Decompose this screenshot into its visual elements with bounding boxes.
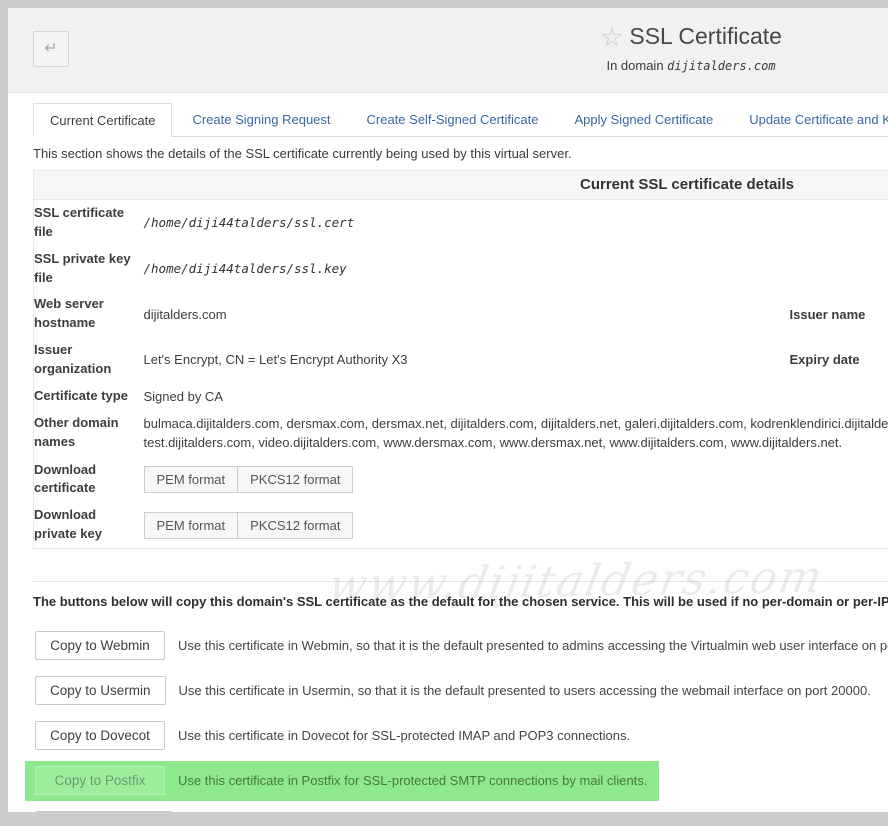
tab-current-certificate[interactable]: Current Certificate <box>33 103 172 137</box>
copy-to-postfix-button[interactable]: Copy to Postfix <box>35 766 165 795</box>
download-cert-pkcs12-button[interactable]: PKCS12 format <box>237 466 353 493</box>
row-label: Download certificate <box>34 457 144 503</box>
download-cert-pem-button[interactable]: PEM format <box>144 466 239 493</box>
page-subtitle: In domain dijitalders.com <box>8 58 888 73</box>
table-row: SSL certificate file /home/diji44talders… <box>34 200 888 246</box>
table-row: Download certificate PEM format PKCS12 f… <box>34 457 888 503</box>
copy-webmin-row: Copy to Webmin Use this certificate in W… <box>35 631 888 660</box>
row-label: Issuer name <box>790 291 888 337</box>
row-label: Issuer organization <box>34 337 144 383</box>
subtitle-prefix: In domain <box>606 58 663 73</box>
ssl-certificate-page: ↵ ☆SSL Certificate In domain dijitalders… <box>8 8 888 812</box>
row-label: Expiry date <box>790 337 888 383</box>
row-label: Download private key <box>34 502 144 548</box>
other-domain-names: bulmaca.dijitalders.com, dersmax.com, de… <box>144 410 888 457</box>
certificate-type: Signed by CA <box>144 383 888 410</box>
tab-apply-signed-certificate[interactable]: Apply Signed Certificate <box>559 103 730 136</box>
table-row: SSL private key file /home/diji44talders… <box>34 246 888 292</box>
domain-list-line: bulmaca.dijitalders.com, dersmax.com, de… <box>144 414 888 434</box>
domain-list-line: test.dijitalders.com, video.dijitalders.… <box>144 433 888 453</box>
copy-to-proftpd-button[interactable]: Copy to ProFTPD <box>35 811 172 812</box>
copy-service-list: Copy to Webmin Use this certificate in W… <box>35 631 888 812</box>
copy-usermin-row: Copy to Usermin Use this certificate in … <box>35 676 871 705</box>
tab-update-certificate-and-key[interactable]: Update Certificate and Key <box>733 103 888 136</box>
copy-postfix-row-highlighted: Copy to Postfix Use this certificate in … <box>25 761 659 801</box>
copy-to-usermin-button[interactable]: Copy to Usermin <box>35 676 166 705</box>
row-label: SSL private key file <box>34 246 144 292</box>
row-label: SSL certificate file <box>34 200 144 246</box>
copy-to-dovecot-button[interactable]: Copy to Dovecot <box>35 721 165 750</box>
table-row: Web server hostname dijitalders.com Issu… <box>34 291 888 337</box>
download-certificate-group: PEM format PKCS12 format <box>144 466 354 493</box>
copy-webmin-description: Use this certificate in Webmin, so that … <box>178 638 888 653</box>
copy-proftpd-row: Copy to ProFTPD Use this certificate in … <box>35 811 630 812</box>
copy-postfix-description: Use this certificate in Postfix for SSL-… <box>178 773 647 788</box>
copy-section-description: The buttons below will copy this domain'… <box>33 594 888 609</box>
table-row: Download private key PEM format PKCS12 f… <box>34 502 888 548</box>
page-title: SSL Certificate <box>629 23 782 49</box>
copy-to-webmin-button[interactable]: Copy to Webmin <box>35 631 165 660</box>
row-label: Other domain names <box>34 410 144 457</box>
table-row: Issuer organization Let's Encrypt, CN = … <box>34 337 888 383</box>
row-label: Web server hostname <box>34 291 144 337</box>
domain-name: dijitalders.com <box>667 59 775 73</box>
ssl-cert-file-path: /home/diji44talders/ssl.cert <box>144 215 355 230</box>
tab-create-signing-request[interactable]: Create Signing Request <box>176 103 346 136</box>
section-description: This section shows the details of the SS… <box>33 146 888 161</box>
download-key-group: PEM format PKCS12 format <box>144 512 354 539</box>
tab-bar: Current Certificate Create Signing Reque… <box>33 103 888 137</box>
download-key-pem-button[interactable]: PEM format <box>144 512 239 539</box>
title-block: ☆SSL Certificate In domain dijitalders.c… <box>8 22 888 73</box>
star-icon[interactable]: ☆ <box>600 22 623 52</box>
section-divider <box>33 581 888 582</box>
table-row: Certificate type Signed by CA <box>34 383 888 410</box>
tab-create-self-signed-certificate[interactable]: Create Self-Signed Certificate <box>351 103 555 136</box>
download-key-pkcs12-button[interactable]: PKCS12 format <box>237 512 353 539</box>
copy-dovecot-description: Use this certificate in Dovecot for SSL-… <box>178 728 630 743</box>
issuer-organization: Let's Encrypt, CN = Let's Encrypt Author… <box>144 337 790 383</box>
web-server-hostname: dijitalders.com <box>144 291 790 337</box>
ssl-key-file-path: /home/diji44talders/ssl.key <box>144 261 347 276</box>
copy-dovecot-row: Copy to Dovecot Use this certificate in … <box>35 721 630 750</box>
table-title: Current SSL certificate details <box>34 171 888 200</box>
table-header-row: Current SSL certificate details <box>34 171 888 200</box>
page-header: ↵ ☆SSL Certificate In domain dijitalders… <box>8 8 888 93</box>
certificate-details-table: Current SSL certificate details SSL cert… <box>33 170 888 549</box>
row-label: Certificate type <box>34 383 144 410</box>
copy-usermin-description: Use this certificate in Usermin, so that… <box>179 683 871 698</box>
table-row: Other domain names bulmaca.dijitalders.c… <box>34 410 888 457</box>
